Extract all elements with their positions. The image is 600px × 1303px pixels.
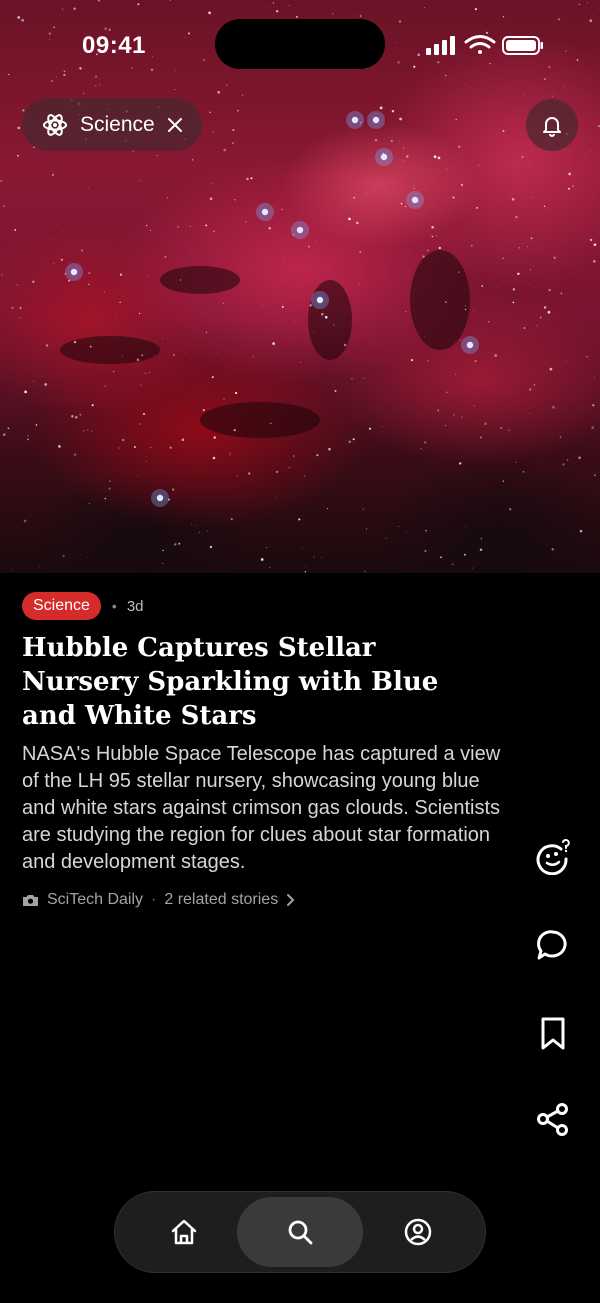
chevron-right-icon xyxy=(287,894,295,906)
bookmark-button[interactable] xyxy=(530,1010,576,1056)
profile-icon xyxy=(404,1218,432,1246)
status-icons xyxy=(426,35,543,55)
bookmark-icon xyxy=(541,1017,565,1050)
article-age: 3d xyxy=(126,597,144,615)
source-row[interactable]: SciTech Daily · 2 related stories xyxy=(22,889,296,911)
wifi-icon xyxy=(464,35,496,54)
source-separator: · xyxy=(151,891,157,908)
tab-search[interactable] xyxy=(237,1197,363,1267)
tab-bar xyxy=(114,1191,486,1273)
notifications-button[interactable] xyxy=(526,99,578,151)
meta-separator: • xyxy=(111,598,117,614)
topic-chip[interactable]: Science xyxy=(22,98,202,151)
related-stories-link[interactable]: 2 related stories xyxy=(164,891,278,909)
tab-profile[interactable] xyxy=(355,1197,481,1267)
bell-icon xyxy=(543,117,561,137)
status-time: 09:41 xyxy=(82,32,146,59)
share-button[interactable] xyxy=(530,1096,576,1142)
atom-icon xyxy=(43,113,67,136)
battery-icon xyxy=(502,36,543,55)
ai-summary-button[interactable] xyxy=(530,834,576,880)
share-icon xyxy=(537,1103,568,1136)
home-icon xyxy=(171,1219,197,1245)
search-icon xyxy=(288,1220,313,1245)
category-badge[interactable]: Science xyxy=(22,592,101,620)
source-name[interactable]: SciTech Daily xyxy=(47,891,143,909)
status-bar: 09:41 xyxy=(0,0,600,90)
comment-icon xyxy=(537,930,567,960)
article-summary: NASA's Hubble Space Telescope has captur… xyxy=(22,743,501,873)
dynamic-island xyxy=(215,19,385,69)
camera-icon xyxy=(23,895,38,906)
article-meta: Science • 3d xyxy=(22,592,144,620)
topic-chip-label: Science xyxy=(80,112,155,136)
signal-icon xyxy=(426,36,455,55)
article-headline[interactable]: Hubble Captures Stellar Nursery Sparklin… xyxy=(22,631,492,733)
tab-home[interactable] xyxy=(121,1197,247,1267)
close-icon[interactable] xyxy=(167,117,183,133)
comment-button[interactable] xyxy=(530,922,576,968)
ai-summary-icon xyxy=(536,839,570,875)
